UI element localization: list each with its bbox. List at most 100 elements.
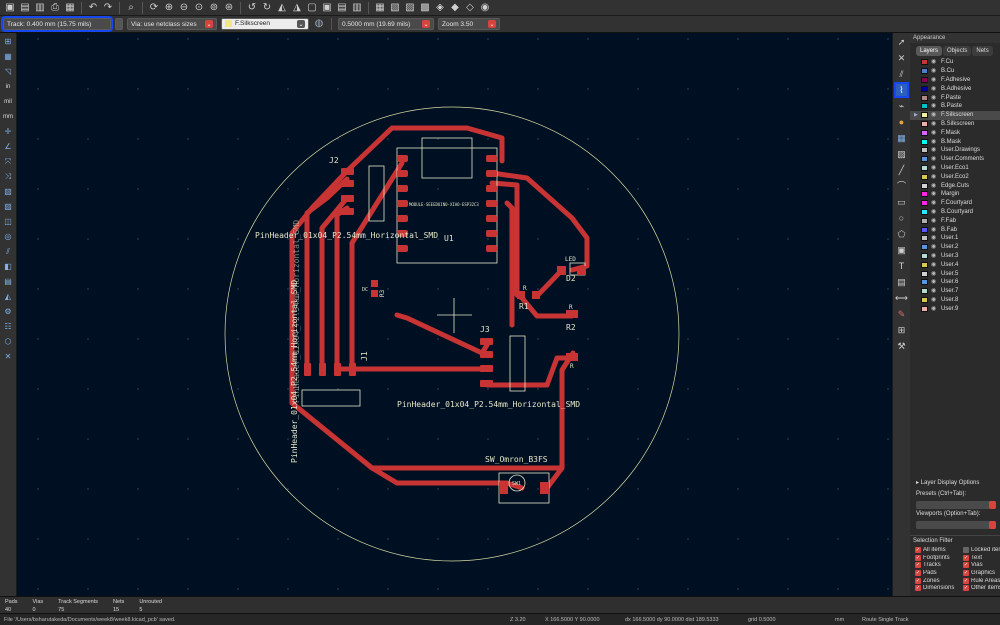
- eye-icon[interactable]: ◉: [931, 112, 938, 118]
- selection-filter-item[interactable]: ✓ Text: [963, 554, 1000, 561]
- eye-icon[interactable]: ◉: [931, 165, 938, 171]
- pad[interactable]: [397, 185, 408, 192]
- scripting-icon[interactable]: ◇: [464, 2, 476, 14]
- selection-filter-item[interactable]: ✓ Tracks: [915, 562, 963, 569]
- flip-icon[interactable]: ◭: [276, 2, 288, 14]
- mirror-icon[interactable]: ◮: [291, 2, 303, 14]
- high-contrast-icon[interactable]: ◧: [3, 261, 14, 272]
- inches-label[interactable]: in: [3, 81, 14, 92]
- grid-select[interactable]: 0.5000 mm (19.69 mils) ⌄: [338, 18, 434, 30]
- layer-color-swatch[interactable]: [921, 164, 928, 171]
- eye-icon[interactable]: ◉: [931, 200, 938, 206]
- eye-icon[interactable]: ◉: [931, 271, 938, 277]
- selection-filter-item[interactable]: ✓ Vias: [963, 562, 1000, 569]
- layer-row[interactable]: ◉ User.Comments: [910, 155, 1000, 164]
- pad[interactable]: [486, 185, 497, 192]
- polar-icon[interactable]: ◹: [3, 66, 14, 77]
- pcb-canvas[interactable]: J2 PinHeader_01x04_P2.54mm_Horizontal_SM…: [17, 33, 892, 596]
- checkbox[interactable]: ✓: [915, 554, 921, 561]
- layer-row[interactable]: ▶ ◉ F.Silkscreen: [910, 110, 1000, 120]
- layer-row[interactable]: ◉ B.Paste: [910, 102, 1000, 111]
- align-icon[interactable]: ▥: [351, 2, 363, 14]
- group-icon[interactable]: ▢: [306, 2, 318, 14]
- highlight-net-icon[interactable]: ✕: [896, 52, 907, 64]
- layer-row[interactable]: ◉ User.3: [910, 252, 1000, 261]
- grid-icon[interactable]: ⊞: [3, 36, 14, 47]
- layer-color-swatch[interactable]: [921, 288, 928, 295]
- pad[interactable]: [397, 245, 408, 252]
- delete-icon[interactable]: ✎: [896, 308, 907, 320]
- layer-row[interactable]: ◉ B.Adhesive: [910, 84, 1000, 93]
- layer-color-swatch[interactable]: [921, 182, 928, 189]
- eye-icon[interactable]: ◉: [931, 183, 938, 189]
- layer-color-swatch[interactable]: [921, 68, 928, 75]
- tab-layers[interactable]: Layers: [916, 46, 943, 56]
- layer-color-swatch[interactable]: [921, 120, 928, 127]
- pad[interactable]: [304, 363, 311, 376]
- layer-row[interactable]: ◉ User.1: [910, 234, 1000, 243]
- layer-row[interactable]: ◉ B.Fab: [910, 225, 1000, 234]
- interactive-router-settings-icon[interactable]: ⚒: [896, 340, 907, 352]
- unlock-icon[interactable]: ▤: [336, 2, 348, 14]
- eye-icon[interactable]: ◉: [931, 209, 938, 215]
- zoom-out-icon[interactable]: ⊖: [178, 2, 190, 14]
- layer-color-swatch[interactable]: [921, 76, 928, 83]
- pad[interactable]: [480, 365, 493, 372]
- pad[interactable]: [486, 200, 497, 207]
- layers-manager-icon[interactable]: ▤: [3, 276, 14, 287]
- eye-icon[interactable]: ◉: [931, 59, 938, 65]
- layer-row[interactable]: ◉ User.5: [910, 269, 1000, 278]
- pad[interactable]: [480, 338, 493, 345]
- layer-display-options[interactable]: ▸ Layer Display Options: [916, 479, 979, 486]
- pad[interactable]: [480, 380, 493, 387]
- pad[interactable]: [486, 230, 497, 237]
- print-icon[interactable]: ⎙: [49, 2, 61, 14]
- pad[interactable]: [341, 208, 354, 215]
- checkbox[interactable]: ✓: [915, 562, 921, 569]
- millimeters-label[interactable]: mm: [3, 111, 14, 122]
- pad[interactable]: [334, 363, 341, 376]
- layer-color-swatch[interactable]: [921, 200, 928, 207]
- layer-row[interactable]: ◉ User.Eco1: [910, 164, 1000, 173]
- draw-arc-icon[interactable]: ⌒: [896, 180, 907, 192]
- track-width-select[interactable]: Track: 0.400 mm (15.75 mils): [1, 16, 113, 32]
- pad[interactable]: [532, 291, 540, 299]
- layer-row[interactable]: ◉ User.7: [910, 287, 1000, 296]
- checkbox[interactable]: ✓: [915, 570, 921, 577]
- layer-color-swatch[interactable]: [921, 244, 928, 251]
- eye-icon[interactable]: ◉: [931, 139, 938, 145]
- pad[interactable]: [397, 155, 408, 162]
- layer-color-swatch[interactable]: [921, 217, 928, 224]
- eye-icon[interactable]: ◉: [931, 297, 938, 303]
- eye-icon[interactable]: ◉: [931, 130, 938, 136]
- add-via-icon[interactable]: ●: [896, 116, 907, 128]
- zoom-in-icon[interactable]: ⊕: [163, 2, 175, 14]
- pad[interactable]: [397, 215, 408, 222]
- layer-color-swatch[interactable]: [921, 59, 928, 66]
- layer-row[interactable]: ◉ User.9: [910, 304, 1000, 313]
- pad[interactable]: [486, 245, 497, 252]
- layer-color-swatch[interactable]: [921, 138, 928, 145]
- checkbox[interactable]: ✓: [915, 577, 921, 584]
- layer-color-swatch[interactable]: [921, 129, 928, 136]
- via-tool-icon[interactable]: ◍: [313, 18, 325, 30]
- tab-objects[interactable]: Objects: [943, 46, 972, 56]
- eye-icon[interactable]: ◉: [931, 95, 938, 101]
- layer-color-swatch[interactable]: [921, 305, 928, 312]
- drc-icon[interactable]: ◈: [434, 2, 446, 14]
- draw-line-icon[interactable]: ╱: [896, 164, 907, 176]
- pad[interactable]: [540, 482, 549, 494]
- draw-circle-icon[interactable]: ○: [896, 212, 907, 224]
- pad[interactable]: [319, 363, 326, 376]
- eye-icon[interactable]: ◉: [931, 191, 938, 197]
- add-footprint-icon[interactable]: ▦: [896, 132, 907, 144]
- layer-color-swatch[interactable]: [921, 226, 928, 233]
- pad[interactable]: [577, 266, 586, 275]
- zone-outline-icon[interactable]: ▨: [3, 201, 14, 212]
- selection-filter-item[interactable]: ✓ All items: [915, 547, 963, 553]
- checkbox[interactable]: ✓: [963, 554, 969, 561]
- open-icon[interactable]: ▤: [19, 2, 31, 14]
- rotate-ccw-icon[interactable]: ↺: [246, 2, 258, 14]
- pad[interactable]: [397, 200, 408, 207]
- add-zone-icon[interactable]: ▨: [896, 148, 907, 160]
